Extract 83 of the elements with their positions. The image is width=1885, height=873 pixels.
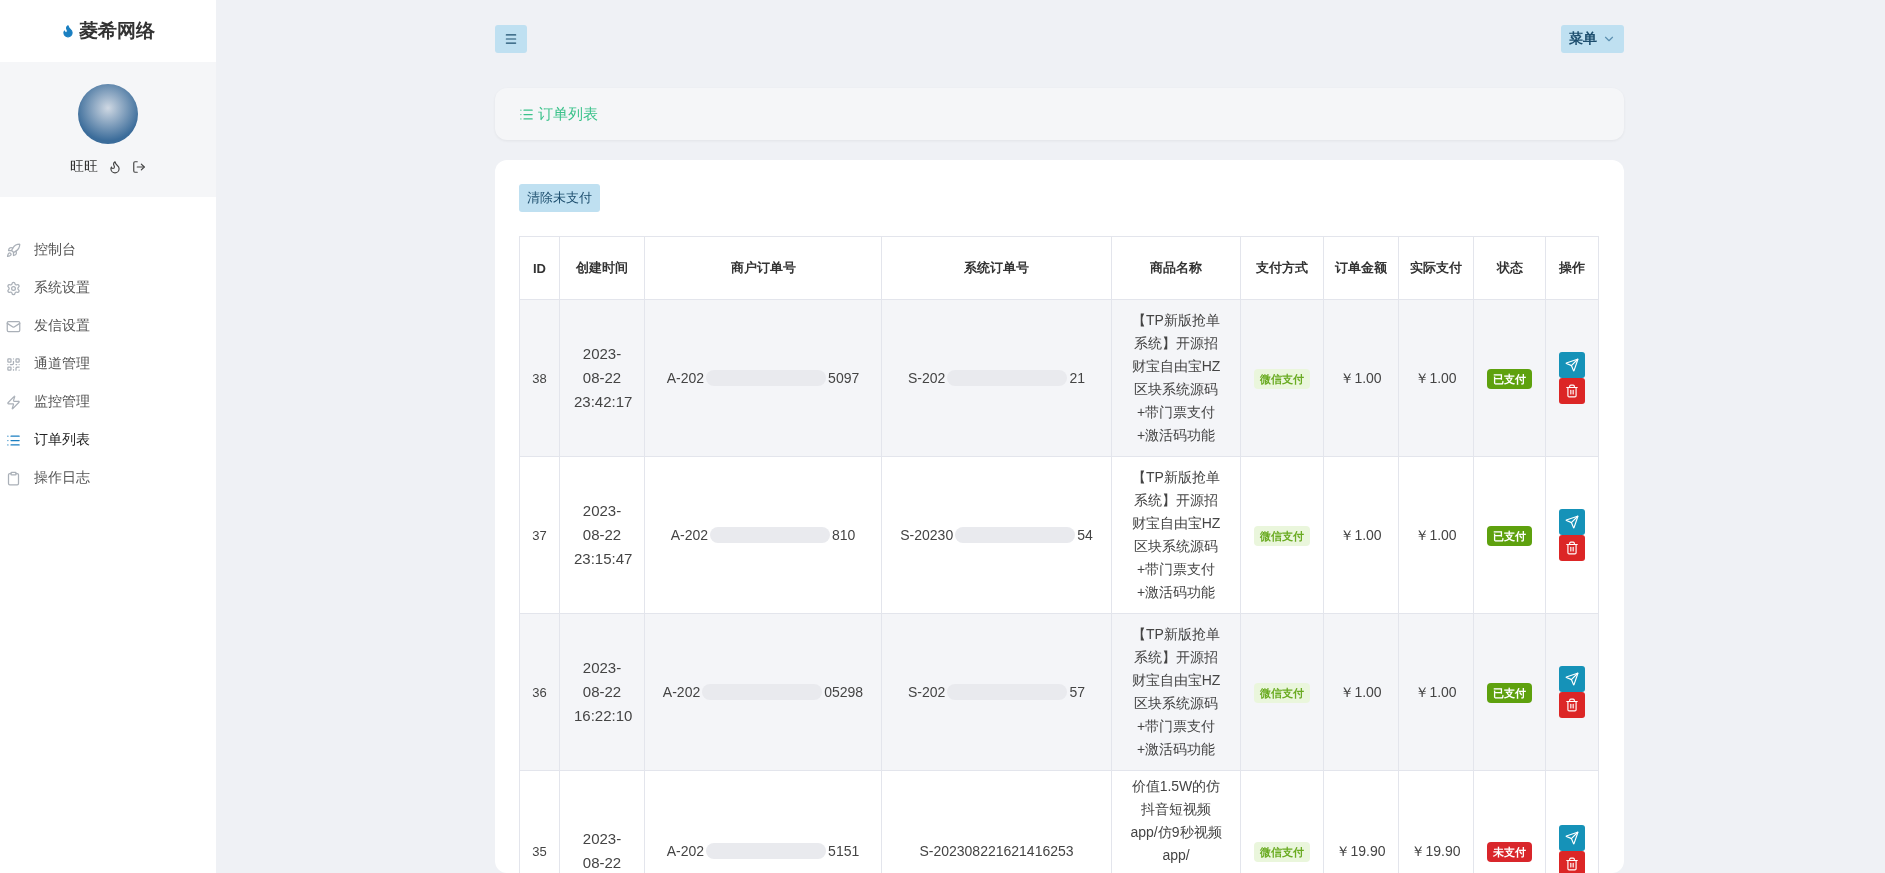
send-button[interactable] [1559,509,1585,535]
delete-button[interactable] [1559,692,1585,718]
status-badge: 已支付 [1487,368,1532,389]
nav-item[interactable]: 操作日志 [0,459,216,497]
send-button[interactable] [1559,352,1585,378]
menu-dropdown[interactable]: 菜单 [1561,25,1624,53]
nav-item[interactable]: 控制台 [0,231,216,269]
column-header: ID [519,236,560,300]
trash-icon [1565,857,1579,871]
payment-method-tag: 微信支付 [1254,368,1310,389]
column-header: 订单金额 [1323,236,1399,300]
clear-unpaid-button[interactable]: 清除未支付 [519,184,600,212]
page-title: 订单列表 [519,104,598,124]
delete-button[interactable] [1559,535,1585,561]
send-icon [1565,358,1579,372]
table-cell: ￥1.00 [1398,299,1474,457]
table-cell: 【TP新版抢单系统】开源招财宝自由宝HZ区块系统源码+带门票支付+激活码功能 [1111,456,1241,614]
column-header: 创建时间 [559,236,645,300]
column-header: 实际支付 [1398,236,1474,300]
table-cell: ￥1.00 [1323,299,1399,457]
list-icon [519,106,534,122]
list-icon [6,432,21,448]
column-header: 操作 [1545,236,1599,300]
column-header: 支付方式 [1240,236,1324,300]
merchant-order-number: A-202 05298 [662,682,864,702]
table-cell: 2023-08-22 23:15:47 [559,456,645,614]
rocket-icon [6,242,21,258]
mail-icon [6,318,21,334]
table-cell: 2023-08-22 16:22:10 [559,613,645,771]
send-button[interactable] [1559,666,1585,692]
delete-button[interactable] [1559,378,1585,404]
payment-method-tag: 微信支付 [1254,841,1310,862]
nav-item[interactable]: 发信设置 [0,307,216,345]
lightning-icon [6,394,21,410]
menu-button[interactable] [495,25,527,53]
table-cell: 38 [519,299,560,457]
status-badge: 已支付 [1487,525,1532,546]
delete-button[interactable] [1559,851,1585,873]
table-cell: ￥1.00 [1398,456,1474,614]
table-cell: 2023-08-22 23:42:17 [559,299,645,457]
status-badge: 已支付 [1487,682,1532,703]
qr-code-icon [6,356,21,372]
user-name: 旺旺 [70,157,98,176]
table-cell: 【TP新版抢单系统】开源招财宝自由宝HZ区块系统源码+带门票支付+激活码功能 [1111,299,1241,457]
table-cell: 【TP新版抢单系统】开源招财宝自由宝HZ区块系统源码+带门票支付+激活码功能 [1111,613,1241,771]
merchant-order-number: A-202 810 [670,525,856,545]
payment-method-tag: 微信支付 [1254,525,1310,546]
status-badge: 未支付 [1487,841,1532,862]
table-cell: ￥1.00 [1323,456,1399,614]
send-icon [1565,515,1579,529]
table-cell: 37 [519,456,560,614]
table-cell: 35 [519,770,560,873]
column-header: 商品名称 [1111,236,1241,300]
column-header: 商户订单号 [644,236,882,300]
system-order-number: S-20230 54 [900,525,1093,545]
trash-icon [1565,384,1579,398]
table-cell: ￥1.00 [1398,613,1474,771]
flame-icon [61,24,75,38]
system-order-number: S-202 21 [908,368,1085,388]
clipboard-icon [6,470,21,486]
table-cell: 36 [519,613,560,771]
nav-item[interactable]: 订单列表 [0,421,216,459]
nav-item[interactable]: 系统设置 [0,269,216,307]
payment-method-tag: 微信支付 [1254,682,1310,703]
send-icon [1565,672,1579,686]
flame-icon[interactable] [108,159,122,174]
send-icon [1565,831,1579,845]
gear-icon [6,280,21,296]
column-header: 状态 [1473,236,1546,300]
nav-item[interactable]: 通道管理 [0,345,216,383]
send-button[interactable] [1559,825,1585,851]
column-header: 系统订单号 [881,236,1112,300]
brand-name: 菱希网络 [79,19,155,43]
merchant-order-number: A-202 5097 [666,368,860,388]
logout-icon[interactable] [132,159,146,174]
nav-item[interactable]: 监控管理 [0,383,216,421]
menu-icon [504,32,518,46]
trash-icon [1565,698,1579,712]
table-cell: ￥1.00 [1323,613,1399,771]
merchant-order-number: A-202 5151 [666,841,860,861]
trash-icon [1565,541,1579,555]
system-order-number: S-202308221621416253 [919,841,1074,861]
system-order-number: S-202 57 [908,682,1085,702]
